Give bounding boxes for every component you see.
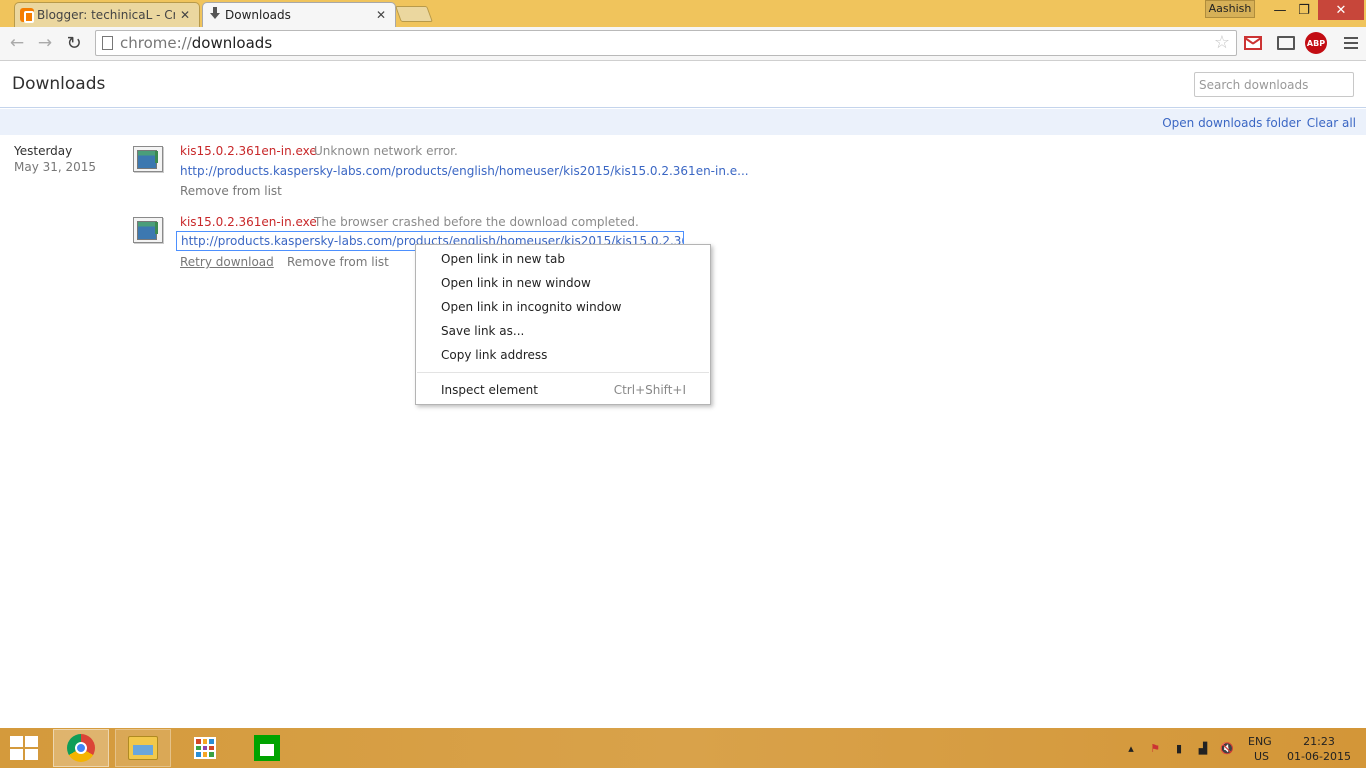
abp-label: ABP — [1305, 32, 1327, 54]
start-button[interactable] — [10, 736, 38, 760]
tab-title: Downloads — [225, 8, 291, 22]
clock-date: 01-06-2015 — [1287, 750, 1351, 763]
new-tab-button[interactable] — [395, 6, 433, 22]
clock-time: 21:23 — [1303, 735, 1335, 748]
open-downloads-folder-link[interactable]: Open downloads folder — [1162, 116, 1301, 130]
menu-separator — [417, 372, 709, 373]
downloads-action-bar: Open downloads folder Clear all — [0, 109, 1366, 135]
taskbar-apps[interactable] — [177, 729, 233, 767]
minimize-button[interactable]: — — [1268, 0, 1292, 20]
close-window-button[interactable]: ✕ — [1318, 0, 1364, 20]
volume-muted-icon[interactable]: 🔇 — [1220, 741, 1234, 755]
maximize-button[interactable]: ❐ — [1292, 0, 1316, 20]
menu-open-new-tab[interactable]: Open link in new tab — [416, 248, 710, 270]
back-button[interactable]: ← — [5, 31, 29, 55]
page-icon — [102, 36, 113, 50]
folder-icon — [128, 736, 158, 760]
page-title: Downloads — [12, 74, 106, 94]
menu-open-incognito[interactable]: Open link in incognito window — [416, 296, 710, 318]
menu-inspect-shortcut: Ctrl+Shift+I — [613, 383, 686, 397]
tab-title: Blogger: techinicaL - Crea — [37, 8, 175, 22]
language-code: ENG — [1248, 735, 1272, 748]
url-scheme: chrome:// — [120, 34, 192, 52]
forward-button[interactable]: → — [33, 31, 57, 55]
file-icon — [133, 146, 163, 172]
menu-inspect-element[interactable]: Inspect element Ctrl+Shift+I — [416, 379, 710, 401]
action-center-flag-icon[interactable]: ⚑ — [1148, 741, 1162, 755]
menu-open-new-window[interactable]: Open link in new window — [416, 272, 710, 294]
network-icon[interactable]: ▟ — [1196, 741, 1210, 755]
retry-download-link[interactable]: Retry download — [180, 255, 274, 269]
download-file-name[interactable]: kis15.0.2.361en-in.exe — [180, 144, 317, 158]
date-group-day: Yesterday — [14, 144, 73, 158]
download-file-name[interactable]: kis15.0.2.361en-in.exe — [180, 215, 317, 229]
taskbar: ▴ ⚑ ▮ ▟ 🔇 ENG US 21:23 01-06-2015 — [0, 728, 1366, 768]
download-status: The browser crashed before the download … — [314, 215, 639, 229]
menu-save-link-as[interactable]: Save link as... — [416, 320, 710, 342]
tab-strip: Blogger: techinicaL - Crea ✕ Downloads ✕… — [0, 0, 1366, 27]
cast-icon[interactable] — [1275, 32, 1297, 54]
taskbar-file-explorer[interactable] — [115, 729, 171, 767]
download-status: Unknown network error. — [314, 144, 458, 158]
search-downloads-input[interactable] — [1194, 72, 1354, 97]
taskbar-chrome[interactable] — [53, 729, 109, 767]
profile-button[interactable]: Aashish — [1205, 0, 1255, 18]
tab-downloads[interactable]: Downloads ✕ — [202, 2, 396, 27]
url-path: downloads — [191, 34, 273, 52]
power-icon[interactable]: ▮ — [1172, 741, 1186, 755]
store-icon — [254, 735, 280, 761]
close-tab-icon[interactable]: ✕ — [179, 8, 191, 22]
close-tab-icon[interactable]: ✕ — [375, 8, 387, 22]
address-bar[interactable]: chrome://downloads ☆ — [95, 30, 1237, 56]
remove-from-list-link[interactable]: Remove from list — [287, 255, 389, 269]
menu-icon[interactable] — [1340, 32, 1362, 54]
download-source-link[interactable]: http://products.kaspersky-labs.com/produ… — [180, 164, 749, 178]
system-tray: ▴ ⚑ ▮ ▟ 🔇 — [1124, 728, 1234, 768]
downloads-header: Downloads — [0, 62, 1366, 108]
browser-toolbar: ← → ↻ chrome://downloads ☆ ABP — [0, 27, 1366, 61]
taskbar-store[interactable] — [239, 729, 295, 767]
keyboard-layout: US — [1254, 750, 1270, 763]
show-hidden-icons-icon[interactable]: ▴ — [1124, 741, 1138, 755]
tab-blogger[interactable]: Blogger: techinicaL - Crea ✕ — [14, 2, 200, 27]
menu-inspect-label: Inspect element — [441, 383, 538, 397]
adblock-icon[interactable]: ABP — [1305, 32, 1327, 54]
clear-all-link[interactable]: Clear all — [1307, 116, 1356, 130]
context-menu: Open link in new tab Open link in new wi… — [415, 244, 711, 405]
remove-from-list-link[interactable]: Remove from list — [180, 184, 282, 198]
gmail-icon[interactable] — [1242, 32, 1264, 54]
apps-grid-icon — [194, 737, 216, 759]
download-icon — [209, 7, 221, 21]
date-group-date: May 31, 2015 — [14, 160, 97, 174]
chrome-icon — [67, 734, 95, 762]
star-icon[interactable]: ☆ — [1214, 32, 1230, 53]
url-text[interactable]: chrome://downloads — [120, 34, 272, 52]
blogger-icon — [20, 8, 34, 23]
language-indicator[interactable]: ENG US — [1248, 734, 1272, 764]
file-icon — [133, 217, 163, 243]
menu-copy-link-address[interactable]: Copy link address — [416, 344, 710, 366]
clock[interactable]: 21:23 01-06-2015 — [1286, 734, 1352, 764]
reload-button[interactable]: ↻ — [62, 31, 86, 55]
